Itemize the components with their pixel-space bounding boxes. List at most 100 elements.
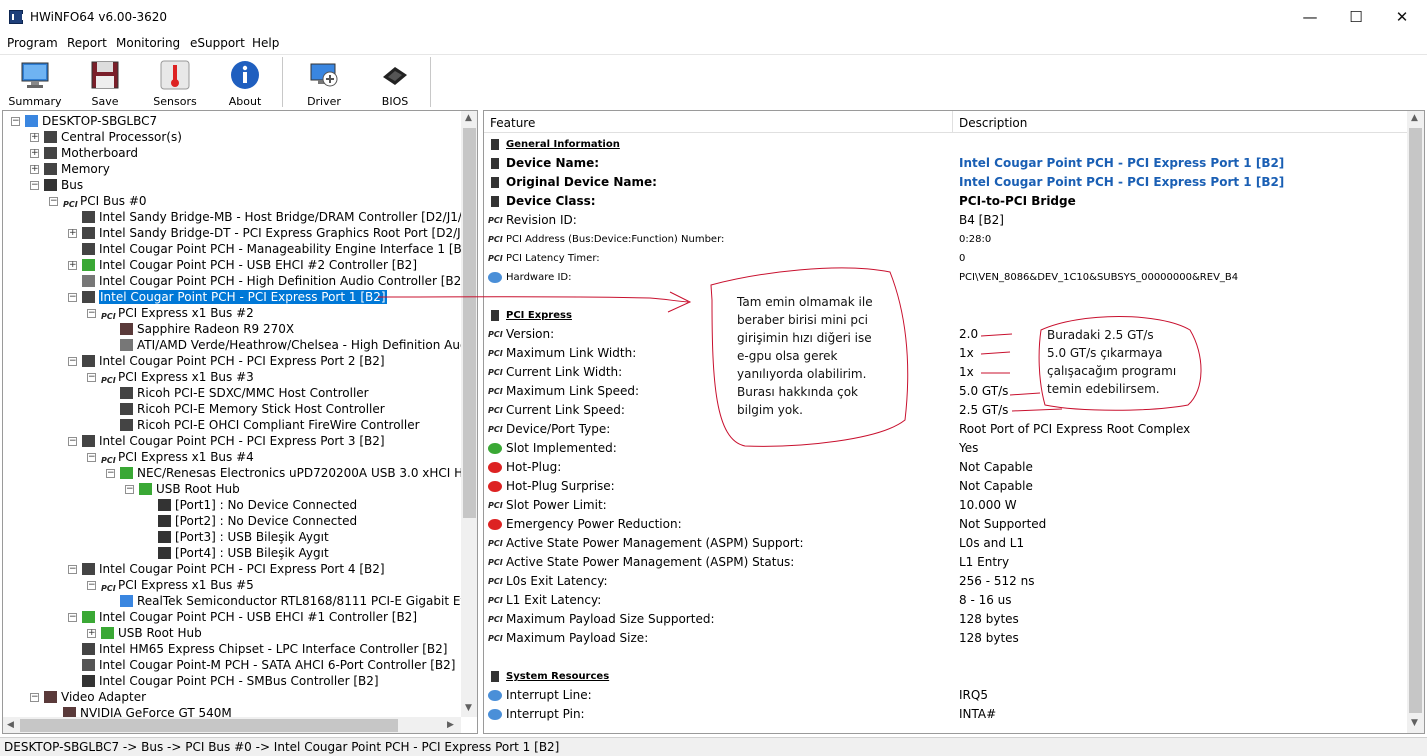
property-row[interactable]: PCI PCI Latency Timer: 0 [484, 249, 1404, 268]
tree-node[interactable]: DESKTOP-SBGLBC7 [25, 113, 157, 129]
tree-node[interactable]: Intel Cougar Point-M PCH - SATA AHCI 6-P… [82, 657, 455, 673]
tree-node[interactable]: [Port2] : No Device Connected [158, 513, 357, 529]
tree-node[interactable]: Motherboard [44, 145, 138, 161]
tree-node[interactable]: Ricoh PCI-E OHCI Compliant FireWire Cont… [120, 417, 420, 433]
tree-node[interactable]: Intel Cougar Point PCH - PCI Express Por… [82, 561, 385, 577]
scroll-down-arrow-icon[interactable]: ▼ [1411, 718, 1418, 728]
close-button[interactable]: ✕ [1379, 0, 1425, 34]
collapse-node-button[interactable]: − [11, 117, 20, 126]
tree-node[interactable]: Intel Cougar Point PCH - PCI Express Por… [82, 289, 387, 305]
menu-help[interactable]: Help [252, 36, 279, 50]
tree-node[interactable]: PCI PCI Bus #0 [63, 193, 147, 211]
tree-node[interactable]: Intel Cougar Point PCH - PCI Express Por… [82, 433, 385, 449]
expand-node-button[interactable]: + [68, 261, 77, 270]
maximize-button[interactable]: ☐ [1333, 0, 1379, 34]
sensors-button[interactable]: Sensors [150, 59, 200, 111]
tree-scroll-thumb[interactable] [463, 128, 476, 518]
about-button[interactable]: About [222, 59, 268, 111]
summary-button[interactable]: Summary [8, 59, 62, 111]
property-row[interactable]: PCI L1 Exit Latency: 8 - 16 us [484, 591, 1404, 610]
collapse-node-button[interactable]: − [87, 453, 96, 462]
tree-vertical-scrollbar[interactable]: ▲ ▼ [461, 111, 477, 717]
property-row[interactable]: PCI L0s Exit Latency: 256 - 512 ns [484, 572, 1404, 591]
tree-node[interactable]: [Port3] : USB Bileşik Aygıt [158, 529, 329, 545]
expand-node-button[interactable]: + [30, 133, 39, 142]
tree-node[interactable]: RealTek Semiconductor RTL8168/8111 PCI-E… [120, 593, 461, 609]
scroll-up-arrow-icon[interactable]: ▲ [1411, 113, 1418, 123]
collapse-node-button[interactable]: − [87, 309, 96, 318]
collapse-node-button[interactable]: − [87, 373, 96, 382]
property-row[interactable]: PCI Maximum Payload Size: 128 bytes [484, 629, 1404, 648]
property-row[interactable]: PCI Maximum Link Speed: 5.0 GT/s [484, 382, 1404, 401]
tree-node[interactable]: Sapphire Radeon R9 270X [120, 321, 294, 337]
minimize-button[interactable]: — [1287, 0, 1333, 34]
expand-node-button[interactable]: + [68, 229, 77, 238]
tree-node[interactable]: Intel Cougar Point PCH - USB EHCI #1 Con… [82, 609, 417, 625]
save-report-button[interactable]: Save Report [72, 59, 138, 121]
section-header-row[interactable]: PCI Express [484, 306, 1404, 325]
expand-node-button[interactable]: + [30, 165, 39, 174]
tree-node[interactable]: [Port4] : USB Bileşik Aygıt [158, 545, 329, 561]
collapse-node-button[interactable]: − [68, 613, 77, 622]
tree-node[interactable]: Video Adapter [44, 689, 146, 705]
collapse-node-button[interactable]: − [30, 693, 39, 702]
tree-node[interactable]: Memory [44, 161, 110, 177]
tree-node[interactable]: PCI PCI Express x1 Bus #2 [101, 305, 254, 323]
scroll-down-arrow-icon[interactable]: ▼ [465, 703, 472, 713]
collapse-node-button[interactable]: − [125, 485, 134, 494]
collapse-node-button[interactable]: − [68, 293, 77, 302]
tree-node[interactable]: Intel Cougar Point PCH - High Definition… [82, 273, 461, 289]
tree-node[interactable]: Intel Cougar Point PCH - Manageability E… [82, 241, 461, 257]
tree-node[interactable]: Central Processor(s) [44, 129, 182, 145]
tree-node[interactable]: Intel HM65 Express Chipset - LPC Interfa… [82, 641, 447, 657]
details-pane[interactable]: Feature Description General Information D… [483, 110, 1425, 734]
description-column-header[interactable]: Description [959, 116, 1027, 130]
collapse-node-button[interactable]: − [106, 469, 115, 478]
tree-node[interactable]: PCI PCI Express x1 Bus #4 [101, 449, 254, 467]
section-header-row[interactable]: System Resources [484, 667, 1404, 686]
collapse-node-button[interactable]: − [30, 181, 39, 190]
property-row[interactable]: PCI Maximum Payload Size Supported: 128 by… [484, 610, 1404, 629]
details-vertical-scrollbar[interactable]: ▲ ▼ [1407, 111, 1424, 733]
collapse-node-button[interactable]: − [68, 437, 77, 446]
expand-node-button[interactable]: + [30, 149, 39, 158]
tree-node[interactable]: Intel Cougar Point PCH - SMBus Controlle… [82, 673, 379, 689]
property-row[interactable]: PCI Slot Power Limit: 10.000 W [484, 496, 1404, 515]
tree-node[interactable]: [Port1] : No Device Connected [158, 497, 357, 513]
device-tree[interactable]: − DESKTOP-SBGLBC7 + Central Processor(s) + Mo… [3, 111, 461, 717]
tree-horizontal-scrollbar[interactable]: ◀ ▶ [3, 717, 461, 733]
tree-node[interactable]: Intel Cougar Point PCH - USB EHCI #2 Con… [82, 257, 417, 273]
feature-column-header[interactable]: Feature [490, 116, 535, 130]
driver-update-button[interactable]: Driver Update [290, 59, 358, 121]
section-header-row[interactable]: General Information [484, 135, 1404, 154]
details-scroll-thumb[interactable] [1409, 128, 1422, 713]
scroll-up-arrow-icon[interactable]: ▲ [465, 113, 472, 123]
tree-node[interactable]: PCI PCI Express x1 Bus #3 [101, 369, 254, 387]
property-row[interactable]: Hardware ID: PCI\VEN_8086&DEV_1C10&SUBSYS… [484, 268, 1404, 287]
tree-node[interactable]: Bus [44, 177, 83, 193]
collapse-node-button[interactable]: − [68, 565, 77, 574]
property-row[interactable]: PCI Current Link Speed: 2.5 GT/s [484, 401, 1404, 420]
property-row[interactable]: PCI Device/Port Type: Root Port of PCI Exp… [484, 420, 1404, 439]
device-tree-pane[interactable]: − DESKTOP-SBGLBC7 + Central Processor(s) + Mo… [2, 110, 478, 734]
tree-node[interactable]: ATI/AMD Verde/Heathrow/Chelsea - High De… [120, 337, 461, 353]
collapse-node-button[interactable]: − [49, 197, 58, 206]
property-row[interactable]: PCI PCI Address (Bus:Device:Function) Num… [484, 230, 1404, 249]
scroll-left-arrow-icon[interactable]: ◀ [7, 720, 14, 730]
tree-node[interactable]: USB Root Hub [101, 625, 202, 641]
property-row[interactable]: PCI Active State Power Management (ASPM) … [484, 534, 1404, 553]
tree-hscroll-thumb[interactable] [20, 719, 398, 732]
property-row[interactable]: Hot-Plug: Not Capable [484, 458, 1404, 477]
tree-node[interactable]: Intel Sandy Bridge-DT - PCI Express Grap… [82, 225, 461, 241]
tree-node[interactable]: PCI PCI Express x1 Bus #5 [101, 577, 254, 595]
tree-node[interactable]: NVIDIA GeForce GT 540M [63, 705, 232, 717]
property-row[interactable]: PCI Active State Power Management (ASPM) … [484, 553, 1404, 572]
tree-node[interactable]: Intel Sandy Bridge-MB - Host Bridge/DRAM… [82, 209, 461, 225]
tree-node[interactable]: Ricoh PCI-E Memory Stick Host Controller [120, 401, 385, 417]
property-row[interactable]: PCI Revision ID: B4 [B2] [484, 211, 1404, 230]
property-row[interactable]: Emergency Power Reduction: Not Supported [484, 515, 1404, 534]
menu-report[interactable]: Report [67, 36, 107, 50]
property-row[interactable]: PCI Maximum Link Width: 1x [484, 344, 1404, 363]
property-row[interactable]: Original Device Name: Intel Cougar Point … [484, 173, 1404, 192]
property-row[interactable]: Hot-Plug Surprise: Not Capable [484, 477, 1404, 496]
